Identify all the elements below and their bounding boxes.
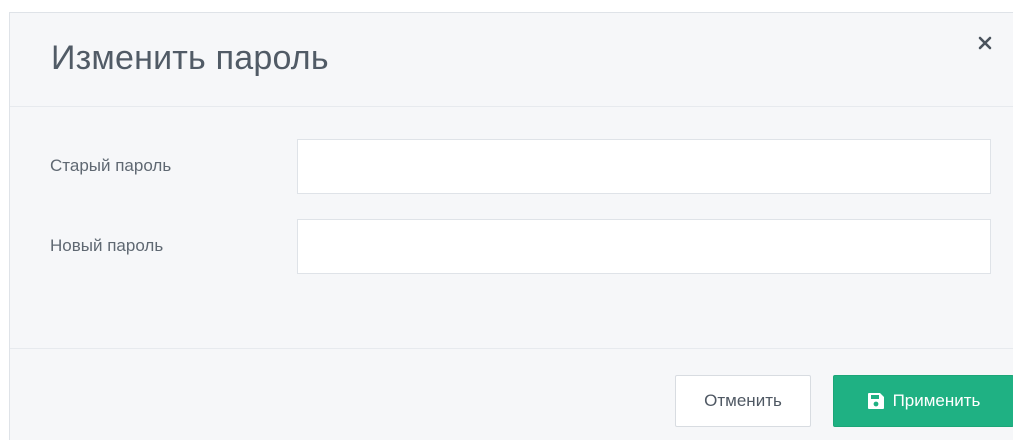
dialog-title: Изменить пароль (51, 39, 329, 77)
close-icon[interactable] (978, 36, 992, 50)
cancel-button[interactable]: Отменить (675, 375, 811, 427)
dialog-header: Изменить пароль (10, 13, 1013, 107)
new-password-label: Новый пароль (50, 236, 164, 255)
new-password-row: Новый пароль (10, 219, 1013, 275)
old-password-label: Старый пароль (50, 156, 172, 175)
apply-button-label: Применить (892, 391, 981, 410)
close-button[interactable] (973, 31, 997, 55)
save-icon (867, 392, 885, 410)
old-password-row: Старый пароль (10, 139, 1013, 195)
change-password-dialog: Изменить пароль Старый пароль Новый паро… (9, 12, 1013, 440)
new-password-input[interactable] (297, 219, 991, 274)
dialog-footer: Отменить Применить (10, 349, 1013, 441)
apply-button[interactable]: Применить (833, 375, 1013, 427)
cancel-button-label: Отменить (704, 391, 782, 410)
dialog-body: Старый пароль Новый пароль (10, 107, 1013, 349)
old-password-input[interactable] (297, 139, 991, 194)
